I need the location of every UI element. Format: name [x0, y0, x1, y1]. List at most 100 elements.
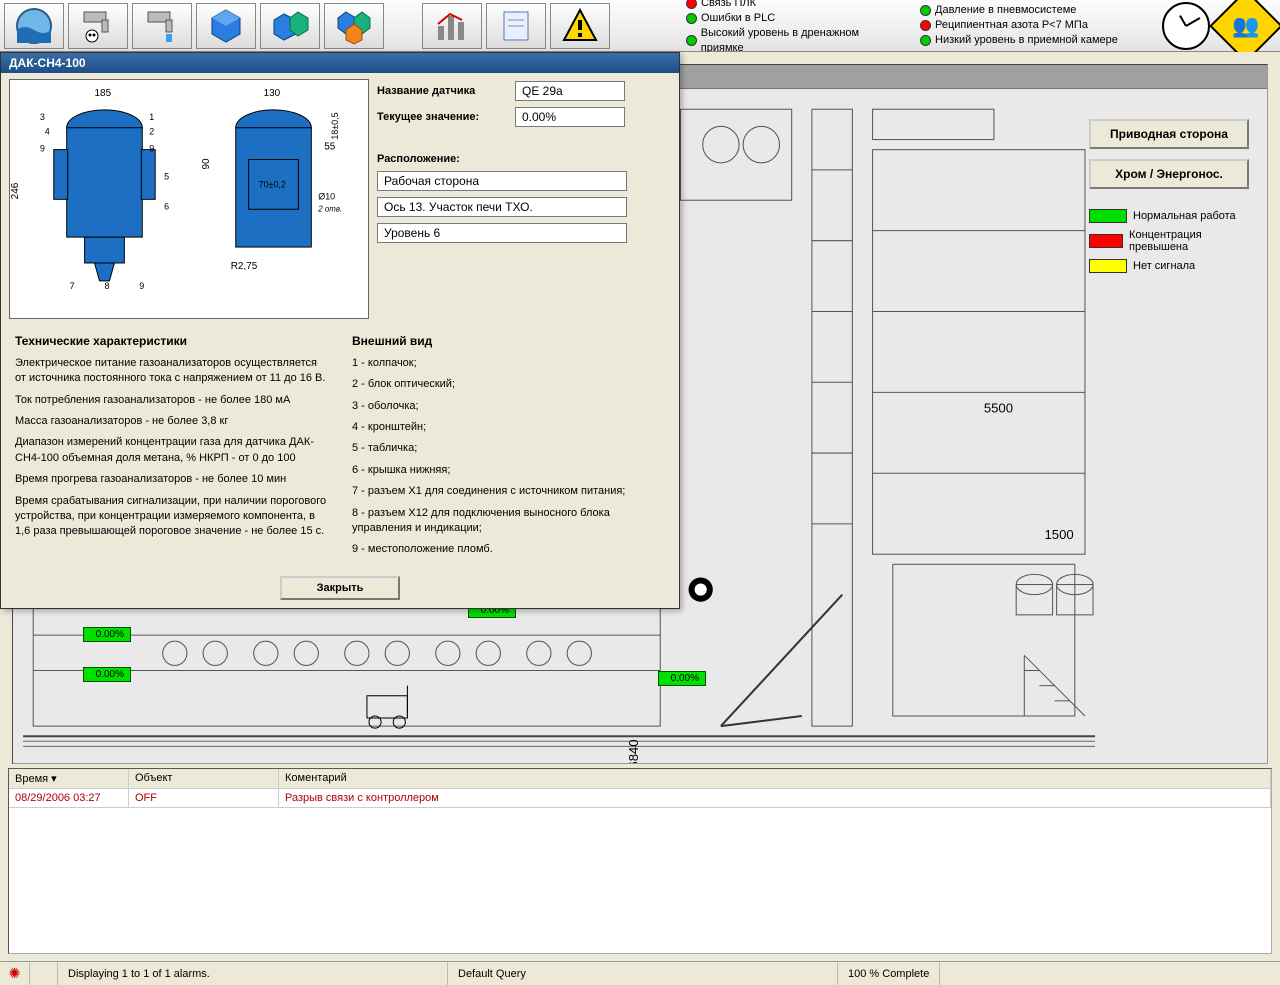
tool-cube-green-icon[interactable] [324, 3, 384, 49]
svg-text:9: 9 [139, 280, 144, 290]
sensor-name-field[interactable]: QE 29a [515, 81, 625, 101]
legend: Нормальная работа Концентрация превышена… [1089, 209, 1249, 273]
status-dot-icon [920, 5, 931, 16]
status-dot-icon [686, 35, 697, 46]
tech-specs: Технические характеристики Электрическое… [15, 333, 328, 564]
sort-desc-icon: ▾ [51, 773, 57, 785]
svg-text:9: 9 [40, 143, 45, 153]
tool-warning-icon[interactable] [550, 3, 610, 49]
alarm-row[interactable]: 08/29/2006 03:27 OFF Разрыв связи с конт… [9, 789, 1271, 808]
chrome-energy-button[interactable]: Хром / Энергонос. [1089, 159, 1249, 189]
svg-text:90: 90 [201, 158, 212, 170]
legend-label: Концентрация превышена [1129, 229, 1249, 253]
tool-water-icon[interactable] [4, 3, 64, 49]
svg-text:70±0,2: 70±0,2 [259, 179, 286, 189]
alarm-header-time[interactable]: Время ▾ [9, 769, 129, 788]
status-complete-text: 100 % Complete [838, 962, 940, 985]
appearance-line: 4 - кронштейн; [352, 420, 665, 435]
sensor-details-dialog: ДАК-CH4-100 185 [0, 52, 680, 609]
tech-title: Технические характеристики [15, 333, 328, 350]
alarm-comment: Разрыв связи с контроллером [279, 789, 1271, 807]
tool-tap-icon[interactable] [132, 3, 192, 49]
svg-text:246: 246 [10, 182, 21, 199]
tool-cube-teal-icon[interactable] [260, 3, 320, 49]
appearance-line: 1 - колпачок; [352, 356, 665, 371]
status-display-text: Displaying 1 to 1 of 1 alarms. [58, 962, 448, 985]
status-empty [30, 962, 58, 985]
alarm-object: OFF [129, 789, 279, 807]
legend-swatch-icon [1089, 234, 1123, 248]
status-text: Высокий уровень в дренажном приямке [701, 26, 900, 56]
svg-text:5: 5 [164, 171, 169, 181]
svg-text:1: 1 [149, 111, 154, 121]
current-value-label: Текущее значение: [377, 111, 507, 123]
close-button[interactable]: Закрыть [280, 576, 400, 600]
svg-text:4: 4 [45, 126, 50, 136]
appearance-line: 8 - разъем X12 для подключения выносного… [352, 506, 665, 537]
tech-line: Ток потребления газоанализаторов - не бо… [15, 393, 328, 408]
clock-icon [1162, 2, 1210, 50]
appearance-line: 3 - оболочка; [352, 399, 665, 414]
status-block-right: Давление в пневмосистеме Реципиентная аз… [912, 1, 1152, 50]
legend-swatch-icon [1089, 259, 1127, 273]
tech-line: Время срабатывания сигнализации, при нал… [15, 494, 328, 540]
legend-swatch-icon [1089, 209, 1127, 223]
appearance-title: Внешний вид [352, 333, 665, 350]
alarm-header-row: Время ▾ Объект Коментарий [9, 769, 1271, 789]
alarm-time: 08/29/2006 03:27 [9, 789, 129, 807]
svg-text:130: 130 [264, 88, 281, 99]
tool-note-icon[interactable] [486, 3, 546, 49]
status-text: Реципиентная азота P<7 МПа [935, 18, 1088, 33]
location-field-2[interactable]: Ось 13. Участок печи ТХО. [377, 197, 627, 217]
status-query-text: Default Query [448, 962, 838, 985]
status-alert-icon[interactable]: ✺ [0, 962, 30, 985]
tech-line: Диапазон измерений концентрации газа для… [15, 435, 328, 466]
svg-text:Ø10: Ø10 [318, 191, 335, 201]
legend-label: Нет сигнала [1133, 260, 1195, 272]
svg-text:9: 9 [149, 143, 154, 153]
svg-text:R2,75: R2,75 [231, 261, 258, 272]
svg-text:2: 2 [149, 126, 154, 136]
svg-text:55: 55 [324, 141, 336, 152]
status-text: Связь ПЛК [701, 0, 756, 11]
top-toolbar: Связь ПЛК Ошибки в PLC Высокий уровень в… [0, 0, 1280, 52]
status-text: Давление в пневмосистеме [935, 3, 1076, 18]
status-dot-icon [920, 35, 931, 46]
status-dot-icon [920, 20, 931, 31]
status-text: Низкий уровень в приемной камере [935, 33, 1118, 48]
status-dot-icon [686, 13, 697, 24]
svg-text:3: 3 [40, 111, 45, 121]
alarm-grid: Время ▾ Объект Коментарий 08/29/2006 03:… [8, 768, 1272, 954]
location-field-1[interactable]: Рабочая сторона [377, 171, 627, 191]
current-value-field[interactable]: 0.00% [515, 107, 625, 127]
location-field-3[interactable]: Уровень 6 [377, 223, 627, 243]
svg-text:1500: 1500 [1045, 527, 1074, 542]
sensor-badge[interactable]: 0.00% [658, 671, 706, 686]
tool-bars-icon[interactable] [422, 3, 482, 49]
appearance-line: 6 - крышка нижняя; [352, 463, 665, 478]
status-text: Ошибки в PLC [701, 11, 775, 26]
tool-skull-tap-icon[interactable] [68, 3, 128, 49]
drive-side-button[interactable]: Приводная сторона [1089, 119, 1249, 149]
dialog-title: ДАК-CH4-100 [1, 53, 679, 73]
legend-label: Нормальная работа [1133, 210, 1236, 222]
appearance-line: 5 - табличка; [352, 441, 665, 456]
sensor-badge[interactable]: 0.00% [83, 627, 131, 642]
sensor-drawing: 185 130 246 90 55 70±0,2 R2,75 Ø10 2 отв… [9, 79, 369, 319]
alarm-header-object[interactable]: Объект [129, 769, 279, 788]
svg-text:6: 6 [164, 201, 169, 211]
status-bar: ✺ Displaying 1 to 1 of 1 alarms. Default… [0, 961, 1280, 985]
svg-text:2 отв.: 2 отв. [317, 204, 342, 213]
appearance-specs: Внешний вид 1 - колпачок; 2 - блок оптич… [352, 333, 665, 564]
sensor-name-label: Название датчика [377, 85, 507, 97]
tool-cube-blue-icon[interactable] [196, 3, 256, 49]
svg-text:185: 185 [95, 88, 112, 99]
right-panel: Приводная сторона Хром / Энергонос. Норм… [1089, 119, 1249, 273]
alarm-header-comment[interactable]: Коментарий [279, 769, 1271, 788]
svg-text:18±0,5: 18±0,5 [330, 112, 340, 139]
status-block-left: Связь ПЛК Ошибки в PLC Высокий уровень в… [678, 0, 908, 58]
appearance-line: 7 - разъем X1 для соединения с источнико… [352, 484, 665, 499]
sensor-badge[interactable]: 0.00% [83, 667, 131, 682]
svg-text:7: 7 [70, 280, 75, 290]
svg-text:5500: 5500 [984, 401, 1013, 416]
